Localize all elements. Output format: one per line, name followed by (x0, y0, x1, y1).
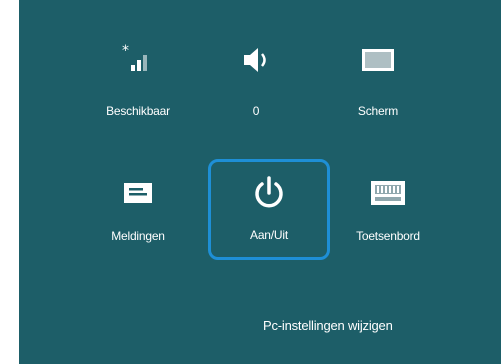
tile-power-label: Aan/Uit (250, 228, 288, 242)
power-icon (251, 173, 287, 213)
network-signal-icon: * (121, 40, 155, 80)
notifications-icon (121, 174, 155, 214)
settings-charm-panel: * Beschikbaar 0 Scherm Meldingen Aan/Uit… (19, 0, 501, 364)
tile-notifications[interactable]: Meldingen (79, 174, 197, 266)
tile-volume-label: 0 (252, 104, 260, 118)
tile-network[interactable]: * Beschikbaar (79, 12, 197, 118)
tile-screen[interactable]: Scherm (319, 12, 437, 118)
screen-icon (358, 40, 398, 80)
tile-keyboard-label: Toetsenbord (356, 229, 420, 243)
volume-icon (239, 40, 273, 80)
tile-screen-label: Scherm (357, 104, 399, 118)
tile-keyboard[interactable]: Toetsenbord (329, 174, 447, 266)
change-pc-settings-link[interactable]: Pc-instellingen wijzigen (263, 318, 393, 333)
tile-network-label: Beschikbaar (106, 104, 170, 118)
tile-power[interactable]: Aan/Uit (208, 159, 330, 260)
tile-notifications-label: Meldingen (111, 229, 165, 243)
tile-volume[interactable]: 0 (197, 12, 315, 118)
svg-text:*: * (122, 43, 129, 59)
keyboard-icon (368, 174, 408, 214)
